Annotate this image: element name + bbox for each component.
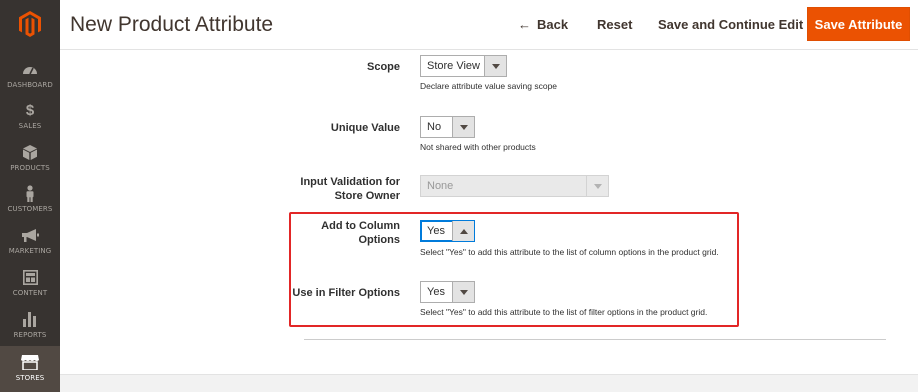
add-to-column-select-value: Yes — [427, 225, 445, 237]
unique-value-label: Unique Value — [330, 122, 400, 134]
input-validation-select-value: None — [427, 180, 454, 192]
scope-select-value: Store View — [427, 60, 480, 72]
magento-logo-icon — [19, 11, 41, 37]
megaphone-icon — [21, 226, 39, 244]
unique-value-select[interactable]: No — [420, 116, 475, 138]
nav-dashboard-label: DASHBOARD — [7, 81, 53, 89]
use-in-filter-label: Use in Filter Options — [292, 287, 400, 299]
chevron-down-icon — [452, 117, 474, 137]
nav-customers[interactable]: CUSTOMERS — [0, 184, 60, 226]
save-attribute-button[interactable]: Save Attribute — [807, 7, 910, 41]
add-to-column-label: Add to Column Options — [60, 219, 400, 247]
scope-select[interactable]: Store View — [420, 55, 507, 77]
magento-logo[interactable] — [0, 0, 60, 48]
input-validation-label-line1: Input Validation for — [300, 176, 400, 188]
add-to-column-label-line2: Options — [358, 234, 400, 246]
nav-sales-label: SALES — [18, 122, 42, 130]
layout-icon — [22, 268, 38, 286]
input-validation-select: None — [420, 175, 609, 197]
back-button[interactable]: ← Back — [518, 17, 568, 32]
page-header: New Product Attribute ← Back Reset Save a… — [60, 0, 918, 50]
nav-sales[interactable]: $ SALES — [0, 101, 60, 143]
nav-content[interactable]: CONTENT — [0, 268, 60, 310]
add-to-column-select[interactable]: Yes — [420, 220, 475, 242]
nav-dashboard[interactable]: DASHBOARD — [0, 60, 60, 102]
nav-customers-label: CUSTOMERS — [7, 205, 53, 213]
chevron-up-icon — [452, 221, 474, 241]
scope-label: Scope — [366, 61, 400, 73]
store-icon — [21, 353, 39, 371]
chevron-down-icon — [484, 56, 506, 76]
chevron-down-icon — [586, 176, 608, 196]
speedometer-icon — [22, 60, 38, 78]
footer-strip — [60, 374, 918, 392]
nav-content-label: CONTENT — [12, 289, 48, 297]
input-validation-label: Input Validation for Store Owner — [60, 175, 400, 203]
chevron-down-icon — [452, 282, 474, 302]
bar-chart-icon — [23, 310, 37, 328]
admin-sidebar: DASHBOARD $ SALES PRODUCTS CUSTOMERS MAR… — [0, 0, 60, 392]
use-in-filter-select-value: Yes — [427, 286, 445, 298]
nav-marketing[interactable]: MARKETING — [0, 226, 60, 268]
nav-reports-label: REPORTS — [13, 331, 47, 339]
input-validation-label-line2: Store Owner — [334, 190, 400, 202]
section-divider — [304, 339, 886, 340]
dollar-icon: $ — [25, 101, 35, 119]
use-in-filter-note: Select "Yes" to add this attribute to th… — [420, 307, 708, 317]
add-to-column-label-line1: Add to Column — [321, 220, 400, 232]
nav-stores-label: STORES — [15, 374, 45, 382]
nav-marketing-label: MARKETING — [8, 247, 52, 255]
use-in-filter-select[interactable]: Yes — [420, 281, 475, 303]
unique-value-note: Not shared with other products — [420, 142, 536, 152]
nav-stores[interactable]: STORES — [0, 346, 60, 392]
unique-value-select-value: No — [427, 121, 442, 133]
reset-button[interactable]: Reset — [597, 17, 632, 32]
cube-icon — [23, 143, 37, 161]
page-title: New Product Attribute — [70, 13, 274, 36]
add-to-column-note: Select "Yes" to add this attribute to th… — [420, 247, 719, 257]
nav-products[interactable]: PRODUCTS — [0, 143, 60, 185]
arrow-left-icon: ← — [518, 17, 531, 32]
back-button-label: Back — [537, 17, 569, 32]
nav-products-label: PRODUCTS — [10, 164, 50, 172]
scope-note: Declare attribute value saving scope — [420, 81, 558, 91]
save-and-continue-button[interactable]: Save and Continue Edit — [658, 17, 803, 32]
person-icon — [25, 184, 35, 202]
